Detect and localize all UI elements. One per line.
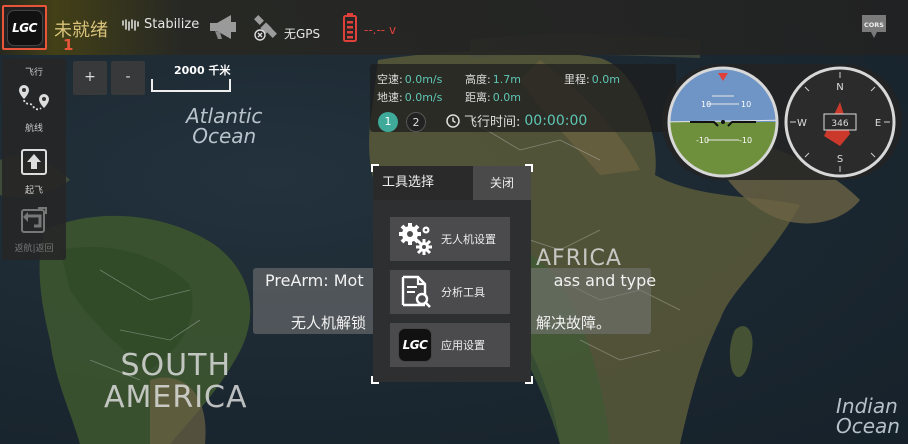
route-icon (19, 85, 49, 111)
map-scale-bar (151, 79, 231, 92)
distance-value: 0.0m (492, 91, 521, 104)
dialog-corner-br (525, 376, 533, 384)
compass-south: S (837, 154, 843, 165)
flight-panel-title: 飞行 (24, 68, 43, 78)
attitude-indicator: 10 10 -10 -10 (669, 68, 777, 176)
map-label-africa: AFRICA (536, 246, 622, 271)
battery-status[interactable]: --.-- v (342, 12, 396, 42)
return-icon (21, 207, 47, 233)
app-settings-label: 应用设置 (441, 339, 485, 352)
altitude-value: 1.7m (492, 73, 521, 86)
groundspeed-row: 地速: 0.0m/s (377, 89, 442, 105)
compass: N S W E 346 (784, 66, 896, 178)
dialog-corner-tl (371, 164, 379, 172)
altitude-row: 高度: 1.7m (465, 71, 521, 87)
drone-settings-label: 无人机设置 (441, 233, 496, 246)
flight-time: 飞行时间: 00:00:00 (446, 111, 587, 130)
waypoint-badge-1[interactable]: 1 (378, 112, 398, 132)
zoom-out-button[interactable]: - (111, 61, 145, 95)
analysis-icon (397, 274, 433, 310)
takeoff-button[interactable]: 起飞 (2, 148, 66, 196)
airspeed-label: 空速: (377, 73, 403, 86)
airspeed-value: 0.0m/s (404, 73, 443, 86)
zoom-in-button[interactable]: + (73, 61, 107, 95)
app-settings-logo: LGC (398, 328, 432, 362)
map-label-atlantic: Atlantic Ocean (186, 104, 263, 148)
airspeed-row: 空速: 0.0m/s (377, 71, 442, 87)
megaphone-icon[interactable] (207, 13, 239, 45)
app-settings-button[interactable]: LGC 应用设置 (390, 323, 510, 367)
compass-west: W (797, 118, 807, 129)
waypoint-badge-2[interactable]: 2 (406, 112, 426, 132)
heading-readout: 346 (831, 119, 848, 129)
prearm-line1-end: ass and type (553, 271, 657, 290)
map-scale-text: 2000 千米 (174, 64, 231, 77)
flight-mode-label: Stabilize (144, 17, 200, 32)
instrument-gauges: 10 10 -10 -10 N S W E 346 (667, 66, 896, 178)
distance-row: 距离: 0.0m (465, 89, 521, 105)
dialog-corner-bl (371, 376, 379, 384)
app-logo-button[interactable]: LGC (2, 5, 47, 50)
return-label: 返航|返回 (14, 244, 54, 254)
pitch-label-up-left: 10 (701, 100, 711, 109)
flight-time-label: 飞行时间: (464, 115, 521, 130)
gps-status[interactable]: 无GPS (252, 14, 320, 42)
drone-settings-button[interactable]: 无人机设置 (390, 217, 510, 261)
satellite-icon (254, 15, 277, 41)
return-button[interactable]: 返航|返回 (2, 206, 66, 254)
altitude-label: 高度: (465, 73, 491, 86)
arm-status-text[interactable]: 未就绪 (54, 16, 108, 42)
groundspeed-value: 0.0m/s (404, 91, 443, 104)
route-button[interactable]: 航线 (2, 82, 66, 134)
route-label: 航线 (24, 124, 43, 134)
takeoff-icon (21, 149, 47, 175)
app-logo-icon: LGC (397, 327, 433, 363)
prearm-line2-start: 无人机解锁 (291, 314, 367, 332)
pitch-label-down-left: -10 (696, 136, 709, 145)
compass-east: E (875, 118, 881, 129)
mileage-value: 0.0m (591, 73, 620, 86)
battery-voltage: --.-- v (364, 23, 397, 37)
pitch-label-down-right: -10 (739, 136, 752, 145)
gps-status-label: 无GPS (284, 26, 321, 41)
prearm-line2-end: 解决故障。 (536, 314, 612, 332)
instrument-cluster: 10 10 -10 -10 N S W E 346 (662, 64, 902, 180)
flight-mode-selector[interactable]: Stabilize (122, 17, 199, 32)
distance-label: 距离: (465, 91, 491, 104)
prearm-line1-start: PreArm: Mot (265, 271, 364, 290)
analysis-tools-label: 分析工具 (441, 286, 485, 299)
groundspeed-label: 地速: (377, 91, 403, 104)
tool-dialog-title: 工具选择 (373, 166, 473, 200)
battery-icon (343, 13, 357, 42)
gears-icon (397, 221, 433, 257)
mileage-label: 里程: (564, 73, 590, 86)
flight-time-value: 00:00:00 (524, 112, 588, 129)
compass-north: N (836, 82, 843, 93)
wave-icon (122, 18, 139, 31)
tool-dialog-close-button[interactable]: 关闭 (473, 166, 531, 200)
lgc-logo-icon: LGC (6, 9, 43, 46)
clock-icon (446, 113, 460, 128)
cors-icon[interactable]: CORS (860, 12, 888, 40)
map-label-indian: Indian Ocean (836, 394, 900, 438)
analysis-tools-button[interactable]: 分析工具 (390, 270, 510, 314)
dialog-corner-tr (525, 164, 533, 172)
cors-label: CORS (864, 21, 884, 29)
flight-side-panel: 飞行 航线 起飞 返航|返回 (2, 58, 66, 260)
mileage-row: 里程: 0.0m (564, 71, 620, 87)
pitch-label-up-right: 10 (741, 100, 751, 109)
takeoff-label: 起飞 (24, 186, 43, 196)
tool-selection-dialog: 工具选择 关闭 无人机设置 分析工具 LGC 应用设置 (373, 166, 531, 382)
top-toolbar: LGC 1 未就绪 Stabilize 无GPS --.-- v CORS (0, 0, 908, 55)
map-label-south-america: SOUTH AMERICA (104, 348, 248, 415)
